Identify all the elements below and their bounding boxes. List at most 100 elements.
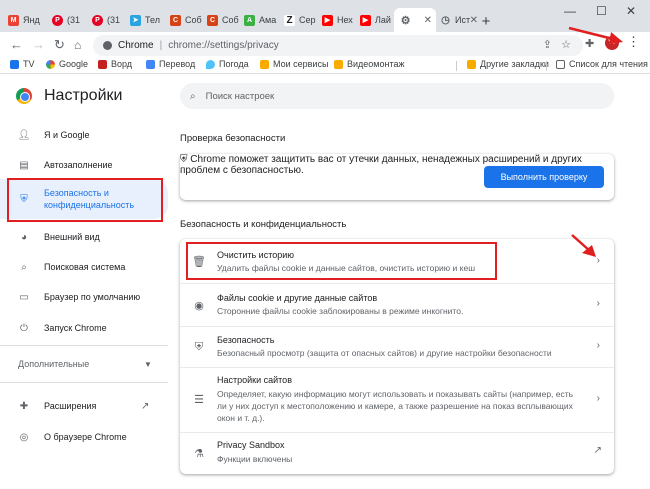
row-subtitle: окон и т. д.). bbox=[217, 413, 265, 423]
bookmark-item[interactable]: Google bbox=[46, 59, 88, 69]
external-link-icon: ↗ bbox=[141, 400, 150, 412]
tab-label: Соб bbox=[185, 15, 202, 25]
search-icon: ⌕ bbox=[21, 261, 27, 273]
tab[interactable]: M Янд bbox=[8, 8, 44, 32]
bookmark-item[interactable]: Перевод bbox=[146, 59, 195, 69]
search-icon: ⌕ bbox=[190, 90, 196, 102]
bookmarks-bar: TV Google Ворд Перевод Погода Мои сервис… bbox=[0, 58, 650, 74]
autofill-icon: ▤ bbox=[19, 159, 29, 171]
row-subtitle: ли у них доступ к местоположению и камер… bbox=[217, 401, 573, 411]
tab[interactable]: P (31 bbox=[92, 8, 128, 32]
close-icon[interactable]: ✕ bbox=[470, 15, 478, 26]
person-icon: 👤︎ bbox=[17, 129, 31, 141]
close-window-button[interactable]: ✕ bbox=[626, 4, 636, 18]
new-tab-button[interactable]: + bbox=[478, 13, 494, 30]
sidebar-item-about-chrome[interactable]: ◎ О браузере Chrome bbox=[0, 428, 168, 446]
bookmark-item[interactable]: Погода bbox=[206, 59, 249, 69]
sidebar-divider bbox=[0, 345, 168, 346]
search-input[interactable]: ⌕ Поиск настроек bbox=[180, 83, 614, 109]
sidebar-item-label: Браузер по умолчанию bbox=[44, 292, 141, 302]
reading-list[interactable]: Список для чтения bbox=[556, 59, 648, 69]
chevron-right-icon: › bbox=[596, 393, 600, 404]
sidebar-item-you-and-google[interactable]: 👤︎ Я и Google bbox=[0, 126, 168, 144]
maximize-button[interactable]: ☐ bbox=[596, 4, 607, 18]
bookmark-item[interactable]: TV bbox=[10, 59, 35, 69]
sidebar-item-search-engine[interactable]: ⌕ Поисковая система bbox=[0, 258, 168, 276]
chevron-right-icon: › bbox=[596, 298, 600, 309]
settings-gear-icon: ⚙ bbox=[400, 14, 411, 27]
tab-settings[interactable]: ⚙ ✕ bbox=[394, 8, 436, 32]
safety-check-text: Chrome поможет защитить вас от утечки да… bbox=[190, 154, 480, 165]
tv-icon bbox=[10, 59, 19, 69]
sidebar-item-label: Запуск Chrome bbox=[44, 323, 107, 333]
reload-icon[interactable]: ↻ bbox=[54, 37, 65, 53]
sidebar-item-label: Расширения bbox=[44, 401, 97, 411]
bookmark-label: Погода bbox=[219, 59, 249, 69]
tab[interactable]: ▶ Нех bbox=[322, 8, 358, 32]
run-safety-check-button[interactable]: Выполнить проверку bbox=[484, 166, 604, 188]
cookies-row[interactable]: ◉ Файлы cookie и другие данные сайтов Ст… bbox=[180, 284, 614, 326]
tab-label: Сер bbox=[299, 15, 316, 25]
sidebar-item-autofill[interactable]: ▤ Автозаполнение bbox=[0, 156, 168, 174]
vord-icon bbox=[98, 59, 107, 69]
section-title-safety-check: Проверка безопасности bbox=[180, 133, 286, 144]
privacy-sandbox-row[interactable]: ⚗ Privacy Sandbox Функции включены ↗ bbox=[180, 433, 614, 473]
tab-label: Соб bbox=[222, 15, 239, 25]
history-icon: ◷ bbox=[441, 14, 450, 26]
back-arrow-icon[interactable]: ← bbox=[10, 37, 23, 53]
sidebar-item-appearance[interactable]: ◕ Внешний вид bbox=[0, 228, 168, 246]
sobaka-icon: С bbox=[170, 14, 181, 26]
tab[interactable]: ◷ Ист ✕ bbox=[440, 8, 478, 32]
chevron-right-icon: › bbox=[596, 340, 600, 351]
tab[interactable]: ➤ Тел bbox=[130, 8, 166, 32]
sidebar-item-extensions[interactable]: ✚ Расширения ↗ bbox=[0, 397, 168, 415]
chrome-logo-icon bbox=[16, 88, 32, 104]
tab-label: Лай bbox=[375, 15, 391, 25]
home-icon[interactable]: ⌂ bbox=[74, 37, 81, 53]
youtube-icon: ▶ bbox=[322, 14, 333, 26]
tab[interactable]: A Ама bbox=[244, 8, 280, 32]
annotation-box-privacy-nav bbox=[7, 178, 163, 222]
address-bar[interactable]: Chrome | chrome://settings/privacy ⇪ ☆ bbox=[93, 35, 583, 56]
row-subtitle: Сторонние файлы cookie заблокированы в р… bbox=[217, 306, 464, 316]
address-host: Chrome bbox=[118, 40, 154, 51]
minimize-button[interactable]: — bbox=[564, 4, 576, 18]
site-settings-row[interactable]: ☰ Настройки сайтов Определяет, какую инф… bbox=[180, 368, 614, 432]
tab[interactable]: С Соб bbox=[170, 8, 206, 32]
chrome-about-icon: ◎ bbox=[19, 431, 29, 443]
bookmark-label: Видеомонтаж bbox=[347, 59, 405, 69]
sidebar-item-label: Автозаполнение bbox=[44, 160, 113, 170]
menu-kebab-icon[interactable]: ⋮ bbox=[627, 35, 640, 49]
tab-label: Нех bbox=[337, 15, 353, 25]
weather-drop-icon bbox=[206, 59, 215, 69]
sidebar-item-on-startup[interactable]: ⏻ Запуск Chrome bbox=[0, 319, 168, 337]
browser-icon: ▭ bbox=[19, 291, 29, 303]
flask-icon: ⚗ bbox=[194, 447, 204, 460]
tab[interactable]: Z Сер bbox=[284, 8, 320, 32]
tab-label: Ист bbox=[455, 15, 471, 25]
sidebar-advanced-toggle[interactable]: Дополнительные ▼ bbox=[0, 355, 168, 373]
close-icon[interactable]: ✕ bbox=[424, 15, 432, 26]
bookmark-folder[interactable]: Другие закладки bbox=[467, 59, 549, 69]
address-path: chrome://settings/privacy bbox=[168, 40, 279, 51]
z-icon: Z bbox=[284, 14, 295, 26]
google-icon bbox=[46, 59, 55, 69]
tab[interactable]: ▶ Лай bbox=[360, 8, 396, 32]
annotation-arrow-clear-history bbox=[571, 234, 596, 257]
tab[interactable]: С Соб bbox=[207, 8, 243, 32]
search-placeholder: Поиск настроек bbox=[205, 90, 275, 102]
bookmark-folder[interactable]: Мои сервисы bbox=[260, 59, 328, 69]
tab-label: (31 bbox=[107, 15, 121, 25]
security-row[interactable]: ⛨ Безопасность Безопасный просмотр (защи… bbox=[180, 327, 614, 367]
row-title: Настройки сайтов bbox=[217, 375, 292, 385]
tab[interactable]: P (31 bbox=[52, 8, 88, 32]
row-title: Файлы cookie и другие данные сайтов bbox=[217, 293, 378, 303]
safety-check-card: ⛨ Chrome поможет защитить вас от утечки … bbox=[180, 154, 614, 200]
forward-arrow-icon[interactable]: → bbox=[32, 37, 45, 53]
bookmark-folder[interactable]: Видеомонтаж bbox=[334, 59, 405, 69]
bookmark-label: TV bbox=[23, 59, 35, 69]
page-title: Настройки bbox=[44, 87, 123, 104]
bookmark-item[interactable]: Ворд bbox=[98, 59, 132, 69]
tab-label: (31 bbox=[67, 15, 81, 25]
sidebar-item-default-browser[interactable]: ▭ Браузер по умолчанию bbox=[0, 288, 168, 306]
